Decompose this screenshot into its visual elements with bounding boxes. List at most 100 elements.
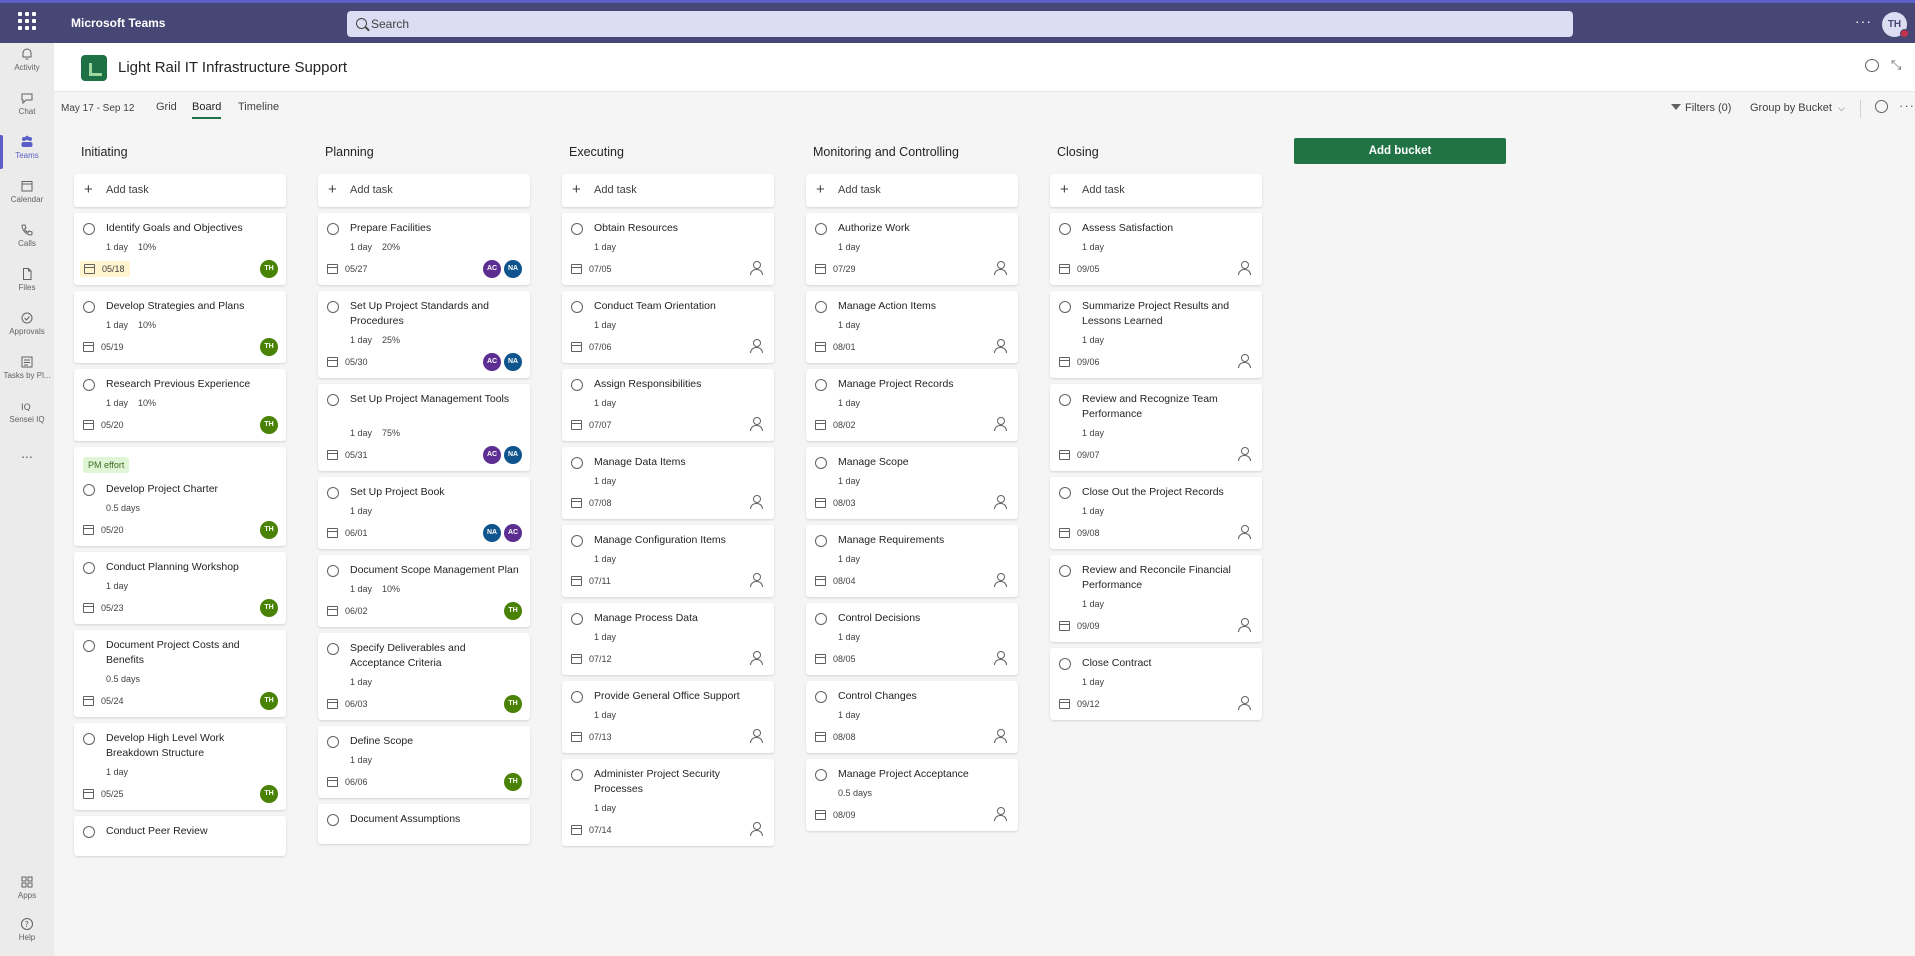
more-options-icon[interactable]: ···	[1899, 98, 1915, 113]
assignee-avatars[interactable]: AC NA	[480, 260, 522, 278]
due-date[interactable]: 06/01	[327, 525, 368, 541]
emoji-icon[interactable]	[1875, 100, 1888, 113]
complete-task-checkbox[interactable]	[327, 736, 339, 748]
add-task-button[interactable]: + Add task	[74, 174, 286, 207]
assign-person-icon[interactable]	[750, 495, 763, 509]
assignee-avatars[interactable]: TH	[501, 773, 522, 791]
add-task-button[interactable]: + Add task	[1050, 174, 1262, 207]
assignee-avatars[interactable]: TH	[501, 695, 522, 713]
due-date[interactable]: 05/24	[83, 693, 124, 709]
task-card[interactable]: Manage Project Acceptance 0.5 days 08/09	[806, 759, 1018, 831]
complete-task-checkbox[interactable]	[1059, 394, 1071, 406]
task-card[interactable]: Summarize Project Results and Lessons Le…	[1050, 291, 1262, 378]
tab-timeline[interactable]: Timeline	[238, 101, 279, 113]
group-by-dropdown[interactable]: Group by Bucket ⌵	[1750, 102, 1845, 114]
assignee-avatars[interactable]: NA AC	[480, 524, 522, 542]
due-date[interactable]: 05/18	[80, 261, 130, 277]
rail-item-approvals[interactable]: Approvals	[0, 307, 54, 351]
task-card[interactable]: Specify Deliverables and Acceptance Crit…	[318, 633, 530, 720]
due-date[interactable]: 07/06	[571, 339, 612, 355]
assign-person-icon[interactable]	[994, 807, 1007, 821]
assign-person-icon[interactable]	[994, 651, 1007, 665]
complete-task-checkbox[interactable]	[327, 643, 339, 655]
complete-task-checkbox[interactable]	[571, 457, 583, 469]
assign-person-icon[interactable]	[750, 417, 763, 431]
assignee-avatars[interactable]: AC NA	[480, 353, 522, 371]
assign-person-icon[interactable]	[750, 261, 763, 275]
collapse-icon[interactable]: ⤡	[1891, 57, 1901, 73]
due-date[interactable]: 08/02	[815, 417, 856, 433]
app-launcher-icon[interactable]	[18, 12, 36, 30]
bucket-title[interactable]: Monitoring and Controlling	[813, 145, 959, 159]
assign-person-icon[interactable]	[1238, 618, 1251, 632]
rail-item-calendar[interactable]: Calendar	[0, 175, 54, 219]
assign-person-icon[interactable]	[994, 417, 1007, 431]
search-box[interactable]	[347, 11, 1573, 37]
assign-person-icon[interactable]	[994, 573, 1007, 587]
assign-person-icon[interactable]	[750, 651, 763, 665]
due-date[interactable]: 09/09	[1059, 618, 1100, 634]
task-card[interactable]: PM effort Develop Project Charter 0.5 days…	[74, 447, 286, 546]
assign-person-icon[interactable]	[750, 573, 763, 587]
complete-task-checkbox[interactable]	[1059, 487, 1071, 499]
assignee-avatars[interactable]: TH	[257, 521, 278, 539]
complete-task-checkbox[interactable]	[327, 487, 339, 499]
due-date[interactable]: 08/08	[815, 729, 856, 745]
due-date[interactable]: 05/20	[83, 417, 124, 433]
complete-task-checkbox[interactable]	[327, 223, 339, 235]
due-date[interactable]: 07/14	[571, 822, 612, 838]
due-date[interactable]: 07/13	[571, 729, 612, 745]
complete-task-checkbox[interactable]	[571, 379, 583, 391]
rail-item-tasks[interactable]: Tasks by Pl...	[0, 351, 54, 395]
complete-task-checkbox[interactable]	[1059, 301, 1071, 313]
complete-task-checkbox[interactable]	[83, 223, 95, 235]
complete-task-checkbox[interactable]	[571, 223, 583, 235]
complete-task-checkbox[interactable]	[815, 223, 827, 235]
assign-person-icon[interactable]	[994, 261, 1007, 275]
assignee-avatars[interactable]: TH	[257, 599, 278, 617]
due-date[interactable]: 08/09	[815, 807, 856, 823]
due-date[interactable]: 09/05	[1059, 261, 1100, 277]
bucket-title[interactable]: Closing	[1057, 145, 1099, 159]
assign-person-icon[interactable]	[1238, 447, 1251, 461]
due-date[interactable]: 05/30	[327, 354, 368, 370]
task-card[interactable]: Manage Project Records 1 day 08/02	[806, 369, 1018, 441]
complete-task-checkbox[interactable]	[83, 733, 95, 745]
assignee-avatars[interactable]: TH	[257, 338, 278, 356]
task-card[interactable]: Provide General Office Support 1 day 07/13	[562, 681, 774, 753]
filters-button[interactable]: Filters (0)	[1671, 102, 1731, 114]
task-card[interactable]: Develop High Level Work Breakdown Struct…	[74, 723, 286, 810]
assign-person-icon[interactable]	[994, 495, 1007, 509]
assignee-avatars[interactable]: TH	[257, 260, 278, 278]
assign-person-icon[interactable]	[994, 729, 1007, 743]
task-card[interactable]: Document Scope Management Plan 1 day 10% 06…	[318, 555, 530, 627]
assign-person-icon[interactable]	[1238, 354, 1251, 368]
task-card[interactable]: Control Decisions 1 day 08/05	[806, 603, 1018, 675]
due-date[interactable]: 09/08	[1059, 525, 1100, 541]
task-card[interactable]: Review and Recognize Team Performance 1 d…	[1050, 384, 1262, 471]
assign-person-icon[interactable]	[994, 339, 1007, 353]
tab-grid[interactable]: Grid	[156, 101, 177, 113]
due-date[interactable]: 07/05	[571, 261, 612, 277]
due-date[interactable]: 07/07	[571, 417, 612, 433]
user-avatar[interactable]: TH	[1882, 12, 1909, 38]
task-card[interactable]: Control Changes 1 day 08/08	[806, 681, 1018, 753]
rail-item-more[interactable]: ...	[0, 439, 54, 483]
assign-person-icon[interactable]	[750, 729, 763, 743]
due-date[interactable]: 08/05	[815, 651, 856, 667]
task-card[interactable]: Manage Data Items 1 day 07/08	[562, 447, 774, 519]
task-card[interactable]: Define Scope 1 day 06/06 TH	[318, 726, 530, 798]
complete-task-checkbox[interactable]	[327, 565, 339, 577]
task-card[interactable]: Authorize Work 1 day 07/29	[806, 213, 1018, 285]
add-task-button[interactable]: + Add task	[562, 174, 774, 207]
add-bucket-button[interactable]: Add bucket	[1294, 138, 1506, 164]
complete-task-checkbox[interactable]	[83, 484, 95, 496]
task-card[interactable]: Develop Strategies and Plans 1 day 10% 05/1…	[74, 291, 286, 363]
task-card[interactable]: Conduct Planning Workshop 1 day 05/23 TH	[74, 552, 286, 624]
due-date[interactable]: 05/27	[327, 261, 368, 277]
complete-task-checkbox[interactable]	[815, 535, 827, 547]
assign-person-icon[interactable]	[1238, 696, 1251, 710]
due-date[interactable]: 09/06	[1059, 354, 1100, 370]
due-date[interactable]: 06/02	[327, 603, 368, 619]
due-date[interactable]: 08/01	[815, 339, 856, 355]
